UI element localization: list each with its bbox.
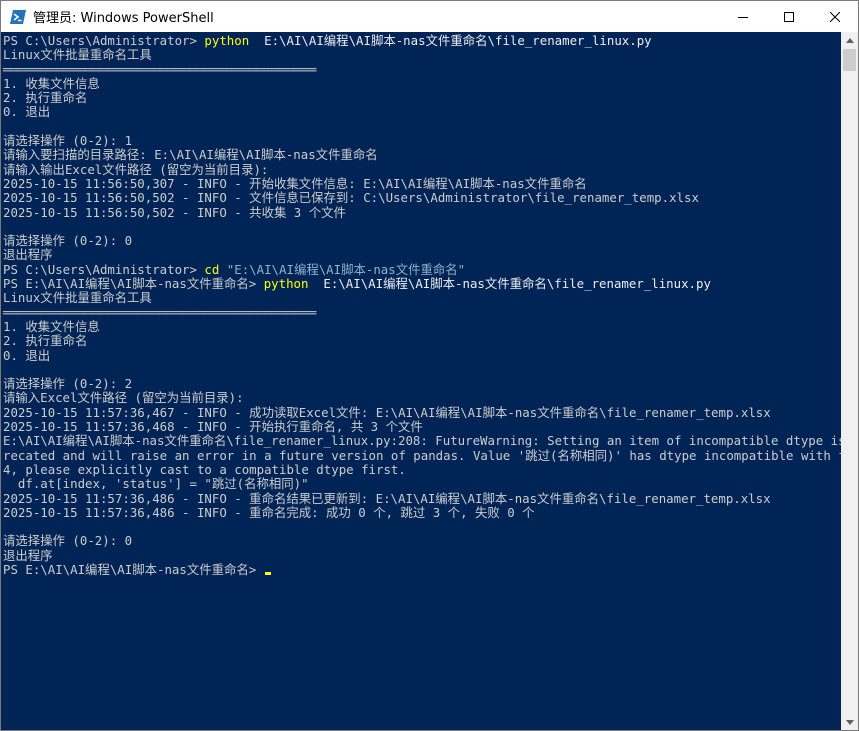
console-text: 0. 退出 xyxy=(3,347,51,363)
console-line: PS C:\Users\Administrator> python E:\AI\… xyxy=(3,33,842,48)
console-line: PS C:\Users\Administrator> cd "E:\AI\AI编… xyxy=(3,261,842,277)
console-output[interactable]: PS C:\Users\Administrator> python E:\AI\… xyxy=(1,32,842,730)
console-line: Linux文件批量重命名工具 xyxy=(3,48,842,62)
console-text: 退出程序 xyxy=(3,247,53,263)
console-text: 请选择操作 (0-2): 1 xyxy=(3,133,133,149)
console-line: 请输入输出Excel文件路径 (留空为当前目录): xyxy=(3,161,842,177)
console-line: 2025-10-15 11:56:50,307 - INFO - 开始收集文件信… xyxy=(3,175,842,191)
maximize-icon xyxy=(784,11,794,22)
close-button[interactable] xyxy=(812,1,858,32)
console-line: 2025-10-15 11:57:36,467 - INFO - 成功读取Exc… xyxy=(3,404,842,420)
minimize-button[interactable] xyxy=(720,1,766,32)
console-text: E:\AI\AI编程\AI脚本-nas文件重命名\file_renamer_li… xyxy=(249,33,652,48)
console-line: recated and will raise an error in a fut… xyxy=(3,447,842,463)
console-text: 1. 收集文件信息 xyxy=(3,318,100,334)
console-text: python xyxy=(204,33,250,48)
console-text: 退出程序 xyxy=(3,547,53,563)
console-line: 2025-10-15 11:57:36,486 - INFO - 重命名完成: … xyxy=(3,504,842,520)
console-text: 请选择操作 (0-2): 0 xyxy=(3,533,133,549)
console-text: PS E:\AI\AI编程\AI脚本-nas文件重命名> xyxy=(3,276,264,292)
console-text: 1. 收集文件信息 xyxy=(3,75,100,91)
chevron-down-icon xyxy=(845,720,854,725)
console-text: Linux文件批量重命名工具 xyxy=(3,47,152,63)
console-line: 0. 退出 xyxy=(3,105,842,119)
console-text: 请选择操作 (0-2): 0 xyxy=(3,233,133,249)
console-line: 退出程序 xyxy=(3,547,842,563)
console-line: 请输入Excel文件路径 (留空为当前目录): xyxy=(3,391,842,405)
console-line: 请选择操作 (0-2): 0 xyxy=(3,534,842,548)
scroll-thumb[interactable] xyxy=(843,49,856,71)
console-text: df.at[index, 'status'] = "跳过(名称相同)" xyxy=(3,476,309,492)
console-text: ════════════════════════════════════════… xyxy=(3,304,317,320)
text-cursor xyxy=(264,571,271,575)
console-line: 2. 执行重命名 xyxy=(3,91,842,105)
powershell-icon xyxy=(10,9,26,24)
console-line: 2025-10-15 11:57:36,486 - INFO - 重命名结果已更… xyxy=(3,490,842,506)
console-text: python xyxy=(263,276,309,292)
console-text: 4, please explicitly cast to a compatibl… xyxy=(3,461,406,477)
console-line: 请输入要扫描的目录路径: E:\AI\AI编程\AI脚本-nas文件重命名 xyxy=(3,148,842,162)
console-line: 2025-10-15 11:56:50,502 - INFO - 文件信息已保存… xyxy=(3,191,842,205)
console-text: 2025-10-15 11:57:36,467 - INFO - 成功读取Exc… xyxy=(3,404,771,420)
console-text: PS C:\Users\Administrator> xyxy=(3,33,205,48)
console-text: Linux文件批量重命名工具 xyxy=(3,290,152,306)
console-text: 2025-10-15 11:57:36,486 - INFO - 重命名结果已更… xyxy=(3,490,771,506)
console-text: "E:\AI\AI编程\AI脚本-nas文件重命名" xyxy=(219,261,466,277)
scroll-down-button[interactable] xyxy=(841,714,858,730)
close-icon xyxy=(830,11,840,22)
maximize-button[interactable] xyxy=(766,1,812,32)
console-text: E:\AI\AI编程\AI脚本-nas文件重命名\file_renamer_li… xyxy=(3,433,842,449)
console-text: 请输入Excel文件路径 (留空为当前目录): xyxy=(3,390,244,406)
console-text: 2. 执行重命名 xyxy=(3,90,88,106)
console-text: 请输入要扫描的目录路径: E:\AI\AI编程\AI脚本-nas文件重命名 xyxy=(3,147,378,163)
console-text: 2025-10-15 11:57:36,468 - INFO - 开始执行重命名… xyxy=(3,419,423,435)
console-line: PS E:\AI\AI编程\AI脚本-nas文件重命名> xyxy=(3,561,842,577)
console-line: ════════════════════════════════════════… xyxy=(3,304,842,320)
console-line: 4, please explicitly cast to a compatibl… xyxy=(3,461,842,477)
powershell-window: 管理员: Windows PowerShell PS C:\Users\Admi… xyxy=(0,0,859,731)
console-text: PS E:\AI\AI编程\AI脚本-nas文件重命名> xyxy=(3,561,264,577)
console-line: 2025-10-15 11:56:50,502 - INFO - 共收集 3 个… xyxy=(3,204,842,220)
console-line: 2. 执行重命名 xyxy=(3,334,842,348)
console-line: 退出程序 xyxy=(3,248,842,262)
console-text: 请选择操作 (0-2): 2 xyxy=(3,376,133,392)
console-text: E:\AI\AI编程\AI脚本-nas文件重命名\file_renamer_li… xyxy=(308,276,711,292)
vertical-scrollbar[interactable] xyxy=(841,32,858,730)
console-text: 2025-10-15 11:56:50,307 - INFO - 开始收集文件信… xyxy=(3,175,587,191)
minimize-icon xyxy=(738,16,748,18)
window-title: 管理员: Windows PowerShell xyxy=(33,11,214,26)
title-bar[interactable]: 管理员: Windows PowerShell xyxy=(1,1,858,32)
console-text: recated and will raise an error in a fut… xyxy=(3,447,842,463)
console-line: 1. 收集文件信息 xyxy=(3,75,842,91)
console-text: 2025-10-15 11:56:50,502 - INFO - 文件信息已保存… xyxy=(3,190,699,206)
console-text: 2025-10-15 11:56:50,502 - INFO - 共收集 3 个… xyxy=(3,204,346,220)
console-text: 2. 执行重命名 xyxy=(3,333,88,349)
console-line: 请选择操作 (0-2): 1 xyxy=(3,133,842,149)
console-text: ════════════════════════════════════════… xyxy=(3,61,317,77)
scroll-up-button[interactable] xyxy=(841,32,858,49)
console-line: Linux文件批量重命名工具 xyxy=(3,291,842,305)
console-text: cd xyxy=(204,261,220,277)
console-line: df.at[index, 'status'] = "跳过(名称相同)" xyxy=(3,477,842,491)
console-line: 请选择操作 (0-2): 0 xyxy=(3,234,842,248)
chevron-up-icon xyxy=(845,38,854,43)
console-text: 2025-10-15 11:57:36,486 - INFO - 重命名完成: … xyxy=(3,504,535,520)
console-line: 1. 收集文件信息 xyxy=(3,318,842,334)
console-text: PS C:\Users\Administrator> xyxy=(3,261,205,277)
console-line: ════════════════════════════════════════… xyxy=(3,61,842,77)
console-line: 请选择操作 (0-2): 2 xyxy=(3,376,842,392)
console-line: 2025-10-15 11:57:36,468 - INFO - 开始执行重命名… xyxy=(3,419,842,435)
console-text: 请输入输出Excel文件路径 (留空为当前目录): xyxy=(3,161,269,177)
console-text: 0. 退出 xyxy=(3,104,51,120)
console-line: PS E:\AI\AI编程\AI脚本-nas文件重命名> python E:\A… xyxy=(3,276,842,292)
console-line: 0. 退出 xyxy=(3,347,842,363)
console-line: E:\AI\AI编程\AI脚本-nas文件重命名\file_renamer_li… xyxy=(3,434,842,448)
